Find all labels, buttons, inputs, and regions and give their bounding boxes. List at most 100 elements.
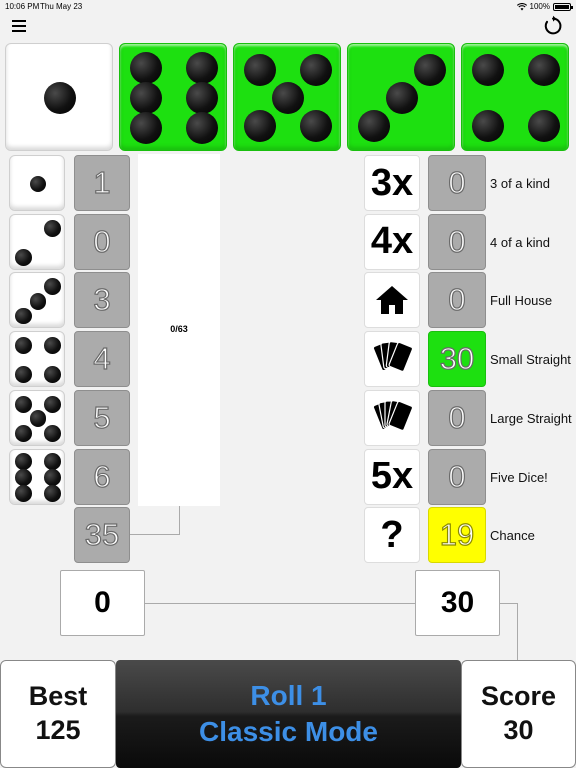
die-pip	[299, 53, 333, 87]
category-label: Chance	[490, 528, 535, 544]
score-connector-v	[517, 603, 518, 660]
die-pip	[357, 109, 391, 143]
die-pip	[44, 453, 61, 471]
upper-progress-column: 0/63	[138, 154, 220, 506]
refresh-icon[interactable]	[542, 15, 564, 37]
mode-label: Classic Mode	[199, 716, 378, 747]
die-pip	[385, 81, 419, 115]
die-pip	[44, 337, 61, 354]
battery-icon	[553, 2, 573, 11]
wifi-icon	[516, 2, 527, 10]
category-icon: 3x	[364, 155, 420, 211]
status-right: 100%	[516, 2, 573, 11]
die-4[interactable]	[347, 43, 455, 151]
die-pip	[15, 395, 32, 413]
best-label: Best	[28, 681, 88, 712]
upper-score-6[interactable]: 6	[74, 448, 130, 505]
die-pip	[44, 469, 61, 486]
die-pip	[44, 219, 61, 237]
score-box: Score 30	[461, 660, 576, 768]
upper-die-icon-3[interactable]	[9, 272, 65, 329]
die-pip	[44, 366, 61, 384]
upper-score-5[interactable]: 5	[74, 389, 130, 446]
upper-die-icon-6[interactable]	[9, 448, 65, 505]
battery-percent: 100%	[529, 2, 550, 11]
die-2[interactable]	[119, 43, 227, 151]
lower-total: 30	[415, 570, 500, 636]
lower-score-cell[interactable]: 19	[428, 507, 486, 564]
die-pip	[15, 484, 32, 502]
status-bar: 10:06 PM Thu May 23 100%	[0, 0, 576, 14]
totals-connector	[145, 603, 415, 604]
die-pip	[271, 81, 305, 115]
cards-4-icon	[364, 331, 420, 388]
die-3[interactable]	[233, 43, 341, 151]
best-value: 125	[35, 715, 81, 745]
category-icon: 4x	[364, 213, 420, 270]
die-pip	[44, 395, 61, 413]
die-pip	[15, 307, 32, 325]
upper-die-icon-1[interactable]	[9, 155, 65, 211]
upper-total: 0	[60, 570, 145, 636]
hamburger-icon[interactable]	[12, 20, 26, 32]
house-icon	[364, 272, 420, 329]
lower-score-cell[interactable]: 30	[428, 331, 486, 388]
lower-score-cell[interactable]: 0	[428, 448, 486, 505]
lower-score-cell[interactable]: 0	[428, 272, 486, 329]
die-pip	[185, 81, 219, 115]
die-pip	[129, 112, 163, 145]
die-pip	[44, 484, 61, 502]
category-label: 3 of a kind	[490, 176, 550, 191]
die-pip	[299, 109, 333, 143]
die-pip	[527, 53, 561, 87]
die-pip	[129, 81, 163, 115]
upper-die-icon-4[interactable]	[9, 331, 65, 388]
status-time: 10:06 PM	[5, 2, 40, 11]
die-pip	[471, 53, 505, 87]
die-pip	[44, 278, 61, 296]
upper-score-1[interactable]: 1	[74, 155, 130, 211]
die-pip	[243, 53, 277, 87]
category-icon: 5x	[364, 448, 420, 505]
upper-score-4[interactable]: 4	[74, 331, 130, 388]
upper-progress-text: 0/63	[170, 324, 188, 334]
die-pip	[15, 424, 32, 442]
die-pip	[185, 112, 219, 145]
die-pip	[15, 469, 32, 486]
die-pip	[29, 410, 47, 428]
category-label: Large Straight	[490, 410, 572, 426]
best-score-box: Best 125	[0, 660, 116, 768]
progress-connector	[179, 506, 180, 535]
die-pip	[471, 109, 505, 143]
die-pip	[185, 51, 219, 84]
category-label: Small Straight	[490, 352, 571, 368]
upper-die-icon-2[interactable]	[9, 213, 65, 270]
die-5[interactable]	[461, 43, 569, 151]
score-value: 30	[503, 715, 534, 745]
upper-score-3[interactable]: 3	[74, 272, 130, 329]
upper-bonus-cell: 35	[74, 507, 130, 563]
die-pip	[43, 81, 77, 115]
die-pip	[527, 109, 561, 143]
lower-score-cell[interactable]: 0	[428, 213, 486, 270]
die-pip	[44, 424, 61, 442]
die-pip	[129, 51, 163, 84]
roll-button[interactable]: Roll 1 Classic Mode	[116, 660, 461, 768]
die-pip	[413, 53, 447, 87]
die-1[interactable]	[5, 43, 113, 151]
lower-score-cell[interactable]: 0	[428, 155, 486, 211]
bonus-connector	[130, 534, 180, 535]
die-pip	[15, 453, 32, 471]
category-label: Five Dice!	[490, 469, 548, 485]
score-connector-h	[500, 603, 518, 604]
die-pip	[15, 248, 32, 266]
roll-label: Roll 1	[250, 679, 327, 711]
upper-score-2[interactable]: 0	[74, 213, 130, 270]
die-pip	[243, 109, 277, 143]
category-icon: ?	[364, 507, 420, 564]
cards-5-icon	[364, 389, 420, 446]
die-pip	[29, 175, 47, 193]
lower-score-cell[interactable]: 0	[428, 389, 486, 446]
upper-die-icon-5[interactable]	[9, 389, 65, 446]
die-pip	[15, 366, 32, 384]
